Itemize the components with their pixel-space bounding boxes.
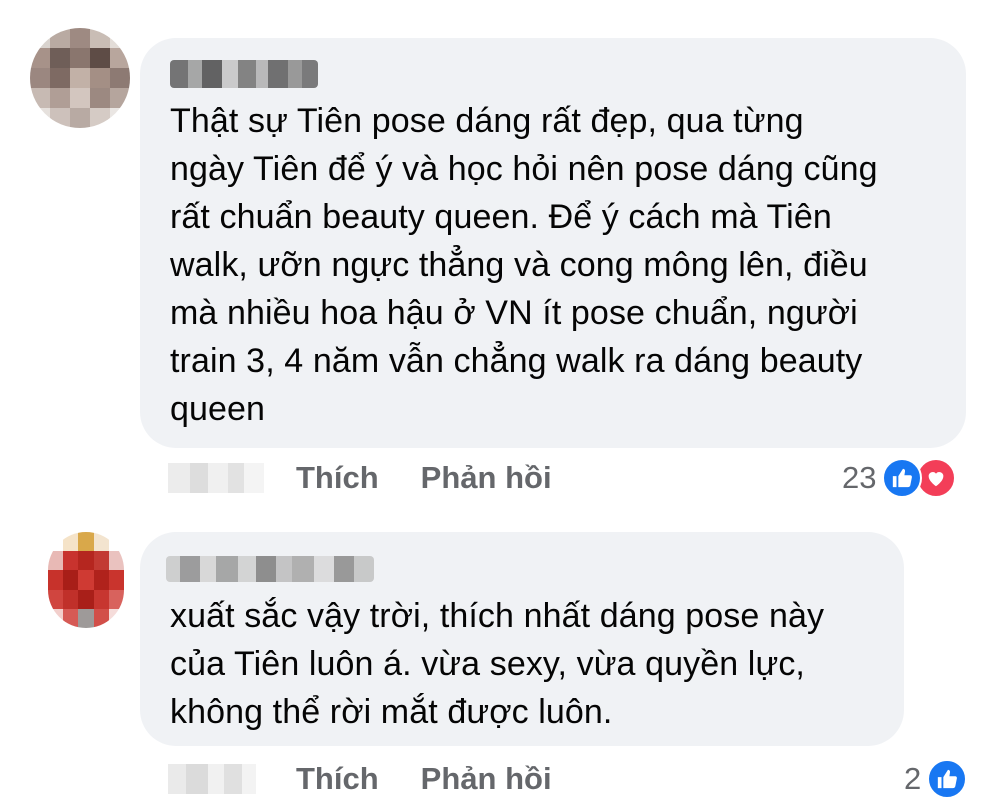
avatar[interactable] <box>30 28 130 128</box>
comment-actions: Thích Phản hồi <box>168 757 552 801</box>
comment-text: Thật sự Tiên pose dáng rất đẹp, qua từng… <box>170 102 878 428</box>
reaction-count: 2 <box>904 761 922 796</box>
reply-button[interactable]: Phản hồi <box>421 456 552 500</box>
reaction-summary[interactable]: 23 <box>842 456 957 500</box>
like-button[interactable]: Thích <box>296 456 379 500</box>
reaction-summary[interactable]: 2 <box>904 757 968 801</box>
comment-text: xuất sắc vậy trời, thích nhất dáng pose … <box>170 597 825 731</box>
reply-button[interactable]: Phản hồi <box>421 757 552 801</box>
reaction-count: 23 <box>842 460 877 495</box>
timestamp-blurred[interactable] <box>168 463 264 493</box>
author-name-blurred[interactable] <box>166 556 374 582</box>
timestamp-blurred[interactable] <box>168 764 256 794</box>
comment-thread: Thật sự Tiên pose dáng rất đẹp, qua từng… <box>0 0 1000 811</box>
like-button[interactable]: Thích <box>296 757 379 801</box>
comment-actions: Thích Phản hồi <box>168 456 552 500</box>
like-icon <box>882 458 923 498</box>
like-icon <box>927 759 968 799</box>
love-icon <box>916 458 957 498</box>
avatar[interactable] <box>48 532 124 628</box>
author-name-blurred[interactable] <box>170 60 318 88</box>
